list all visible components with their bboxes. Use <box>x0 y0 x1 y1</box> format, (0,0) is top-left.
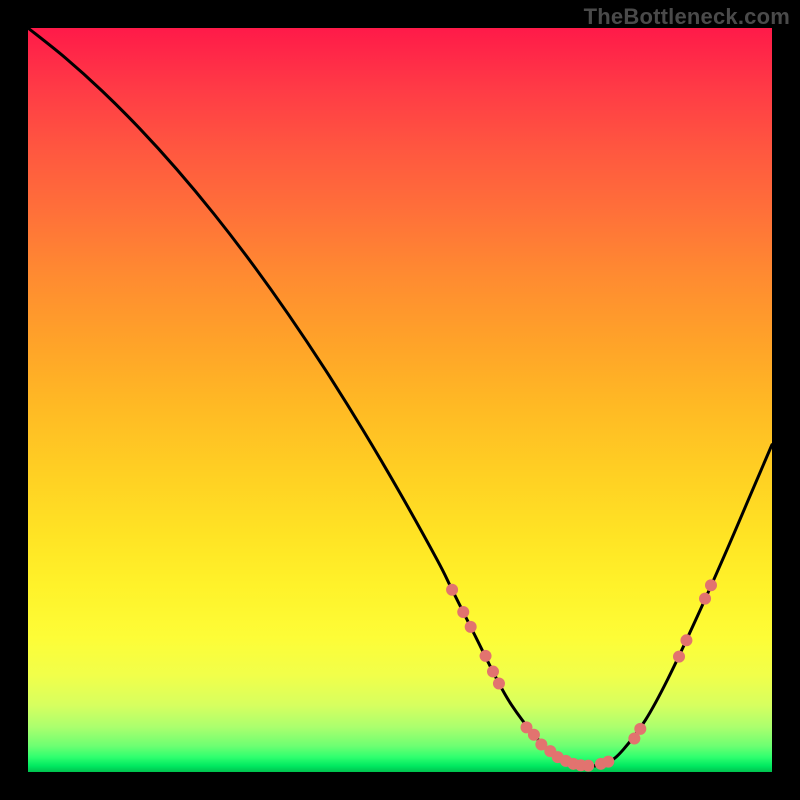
curve-marker <box>465 621 477 633</box>
plot-area <box>28 28 772 772</box>
curve-marker <box>602 756 614 768</box>
curve-marker <box>480 650 492 662</box>
curve-marker <box>457 606 469 618</box>
watermark-text: TheBottleneck.com <box>584 4 790 30</box>
chart-frame: TheBottleneck.com <box>0 0 800 800</box>
curve-markers <box>446 579 717 771</box>
curve-marker <box>699 593 711 605</box>
curve-marker <box>582 760 594 772</box>
curve-marker <box>487 666 499 678</box>
curve-marker <box>446 584 458 596</box>
bottleneck-curve <box>28 28 772 766</box>
curve-marker <box>493 677 505 689</box>
curve-marker <box>634 723 646 735</box>
curve-marker <box>705 579 717 591</box>
bottleneck-curve-svg <box>28 28 772 772</box>
curve-marker <box>528 729 540 741</box>
curve-marker <box>673 651 685 663</box>
curve-marker <box>680 634 692 646</box>
